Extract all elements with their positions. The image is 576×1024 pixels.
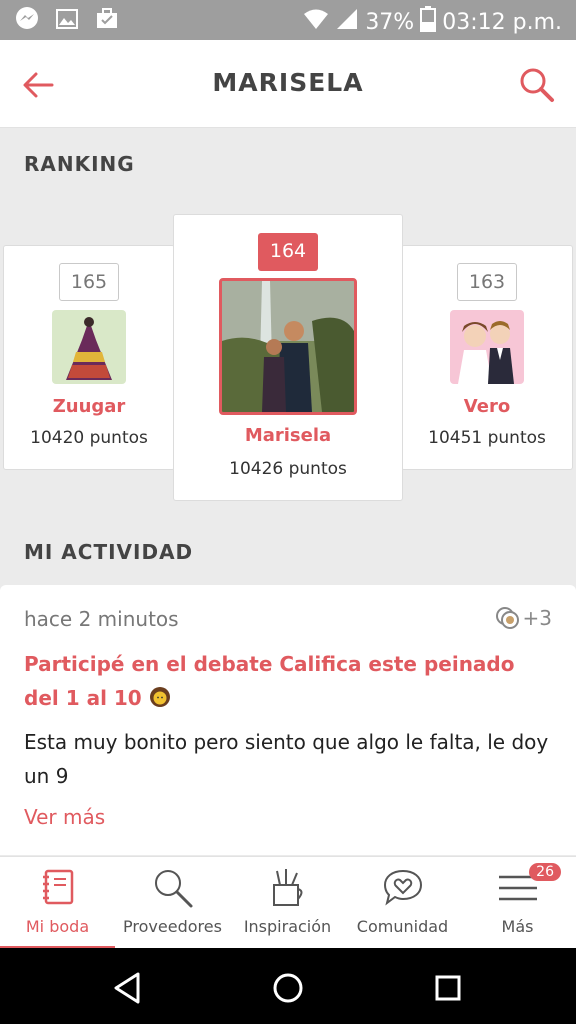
signal-icon xyxy=(335,8,359,36)
pencil-cup-icon xyxy=(272,869,302,906)
activity-title[interactable]: Participé en el debate Califica este pei… xyxy=(24,647,544,715)
system-recents-button[interactable] xyxy=(428,968,468,1008)
system-back-button[interactable] xyxy=(108,968,148,1008)
search-icon xyxy=(154,870,192,908)
clock: 03:12 p.m. xyxy=(442,9,562,35)
ranking-header: RANKING xyxy=(24,152,135,176)
avatars-stack-icon xyxy=(495,607,519,629)
nav-proveedores[interactable]: Proveedores xyxy=(115,857,230,949)
activity-participants: +3 xyxy=(495,605,552,631)
notebook-icon xyxy=(42,869,73,905)
rank-points: 10426 puntos xyxy=(229,459,347,479)
circle-home-icon xyxy=(273,973,303,1003)
square-recents-icon xyxy=(435,975,461,1001)
search-button[interactable] xyxy=(516,64,558,106)
woman-emoji-icon xyxy=(149,687,170,707)
rank-badge: 165 xyxy=(59,263,119,301)
nav-mi-boda[interactable]: Mi boda xyxy=(0,857,115,949)
activity-body: Esta muy bonito pero siento que algo le … xyxy=(24,730,549,788)
see-more-link[interactable]: Ver más xyxy=(24,805,105,829)
rank-badge: 163 xyxy=(457,263,517,301)
nav-label: Más xyxy=(501,917,534,936)
nav-mas[interactable]: 26 Más xyxy=(460,857,575,949)
chat-heart-icon xyxy=(383,869,422,906)
rank-points: 10451 puntos xyxy=(428,428,546,448)
ranking-card-right[interactable]: 163 Vero 10451 puntos xyxy=(401,245,573,470)
battery-percent: 37% xyxy=(365,9,415,35)
participants-count: +3 xyxy=(522,606,552,630)
triangle-back-icon xyxy=(114,972,140,1004)
messenger-icon xyxy=(14,6,40,32)
activity-card[interactable]: hace 2 minutos +3 Participé en el debate… xyxy=(0,585,576,855)
briefcase-icon xyxy=(94,6,120,32)
rank-name[interactable]: Zuugar xyxy=(4,396,174,417)
bottom-nav: Mi boda Proveedores Inspiración Comunida… xyxy=(0,856,576,949)
ranking-card-left[interactable]: 165 Zuugar 10420 puntos xyxy=(3,245,175,470)
nav-label: Mi boda xyxy=(25,917,90,936)
rank-points: 10420 puntos xyxy=(30,428,148,448)
battery-icon xyxy=(420,6,437,38)
avatar-marisela[interactable] xyxy=(219,278,357,415)
nav-inspiracion[interactable]: Inspiración xyxy=(230,857,345,949)
avatar-vero[interactable] xyxy=(450,310,524,384)
search-icon xyxy=(520,68,554,102)
app-bar: MARISELA xyxy=(0,40,576,128)
activity-header: MI ACTIVIDAD xyxy=(24,540,194,564)
rank-name[interactable]: Vero xyxy=(402,396,572,417)
rank-badge: 164 xyxy=(258,233,318,271)
ranking-card-current[interactable]: 164 Marisela 10426 puntos xyxy=(173,214,403,501)
nav-label: Proveedores xyxy=(123,917,222,936)
activity-time: hace 2 minutos xyxy=(24,607,179,631)
image-icon xyxy=(54,6,80,32)
system-home-button[interactable] xyxy=(268,968,308,1008)
wifi-icon xyxy=(303,8,329,36)
status-bar: 37% 03:12 p.m. xyxy=(0,0,576,40)
system-nav-bar xyxy=(0,948,576,1024)
rank-name[interactable]: Marisela xyxy=(174,425,402,446)
nav-label: Comunidad xyxy=(356,917,449,936)
avatar-zuugar[interactable] xyxy=(52,310,126,384)
nav-comunidad[interactable]: Comunidad xyxy=(345,857,460,949)
nav-label: Inspiración xyxy=(243,917,332,936)
notification-badge: 26 xyxy=(529,863,561,881)
page-title: MARISELA xyxy=(212,68,364,97)
